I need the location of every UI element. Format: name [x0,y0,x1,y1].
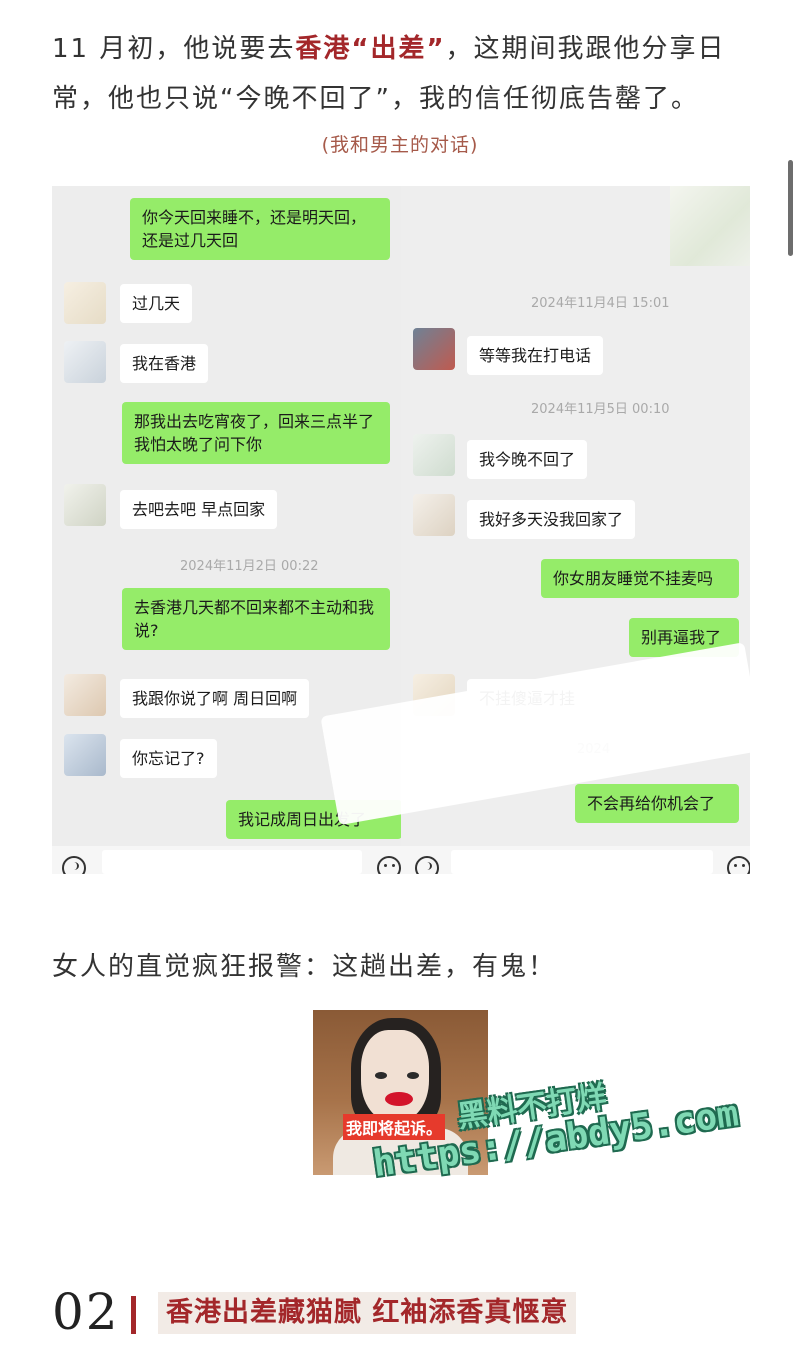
chat-timestamp: 2024年11月5日 00:10 [531,402,670,417]
intro-line2: 常，他也只说“今晚不回了”，我的信任彻底告罄了。 [52,84,699,114]
emoji-icon[interactable] [377,856,401,874]
message-input[interactable] [451,850,713,874]
body-text: 女人的直觉疯狂报警：这趟出差，有鬼！ [52,952,557,982]
avatar [64,484,106,526]
intro-highlight: 香港“出差” [295,34,446,64]
voice-icon[interactable] [62,856,86,874]
avatar [413,494,455,536]
chat-message: 我好多天没我回家了 [467,500,636,539]
doll-lips [385,1092,413,1106]
intro-paragraph: 11 月初，他说要去香港“出差”，这期间我跟他分享日 常，他也只说“今晚不回了”… [52,24,752,124]
input-bar-right [401,846,750,874]
doll-eye [407,1072,419,1079]
avatar [413,434,455,476]
intro-line1-pre: 11 月初，他说要去 [52,34,296,64]
avatar [64,734,106,776]
voice-icon[interactable] [415,856,439,874]
chat-message: 你今天回来睡不，还是明天回，还是过几天回 [130,198,390,260]
section-number: 02 [52,1283,120,1341]
scrollbar[interactable] [788,160,793,256]
intro-line1-post: ，这期间我跟他分享日 [445,34,726,64]
chat-message: 你忘记了? [120,739,217,778]
chat-message: 过几天 [120,284,193,323]
chat-message: 我跟你说了啊 周日回啊 [120,679,310,718]
chat-message: 那我出去吃宵夜了，回来三点半了我怕太晚了问下你 [122,402,390,464]
section-title: 香港出差藏猫腻 红袖添香真惬意 [158,1292,577,1334]
avatar [64,341,106,383]
chat-message: 去香港几天都不回来都不主动和我说? [122,588,390,650]
chat-message: 我今晚不回了 [467,440,588,479]
chat-message: 等等我在打电话 [467,336,604,375]
background-decoration [670,186,750,266]
avatar [413,328,455,370]
section-divider [131,1296,136,1334]
chat-timestamp: 2024年11月4日 15:01 [531,296,670,311]
doll-eye [375,1072,387,1079]
chat-message: 你女朋友睡觉不挂麦吗 [541,559,739,598]
chat-message: 去吧去吧 早点回家 [120,490,278,529]
avatar [64,282,106,324]
message-input[interactable] [102,850,362,874]
avatar [64,674,106,716]
chat-message: 我在香港 [120,344,209,383]
chat-timestamp: 2024年11月2日 00:22 [180,559,319,574]
emoji-icon[interactable] [727,856,750,874]
chat-caption: (我和男主的对话) [321,134,479,156]
chat-message: 不会再给你机会了 [575,784,739,823]
input-bar-left [52,846,401,874]
